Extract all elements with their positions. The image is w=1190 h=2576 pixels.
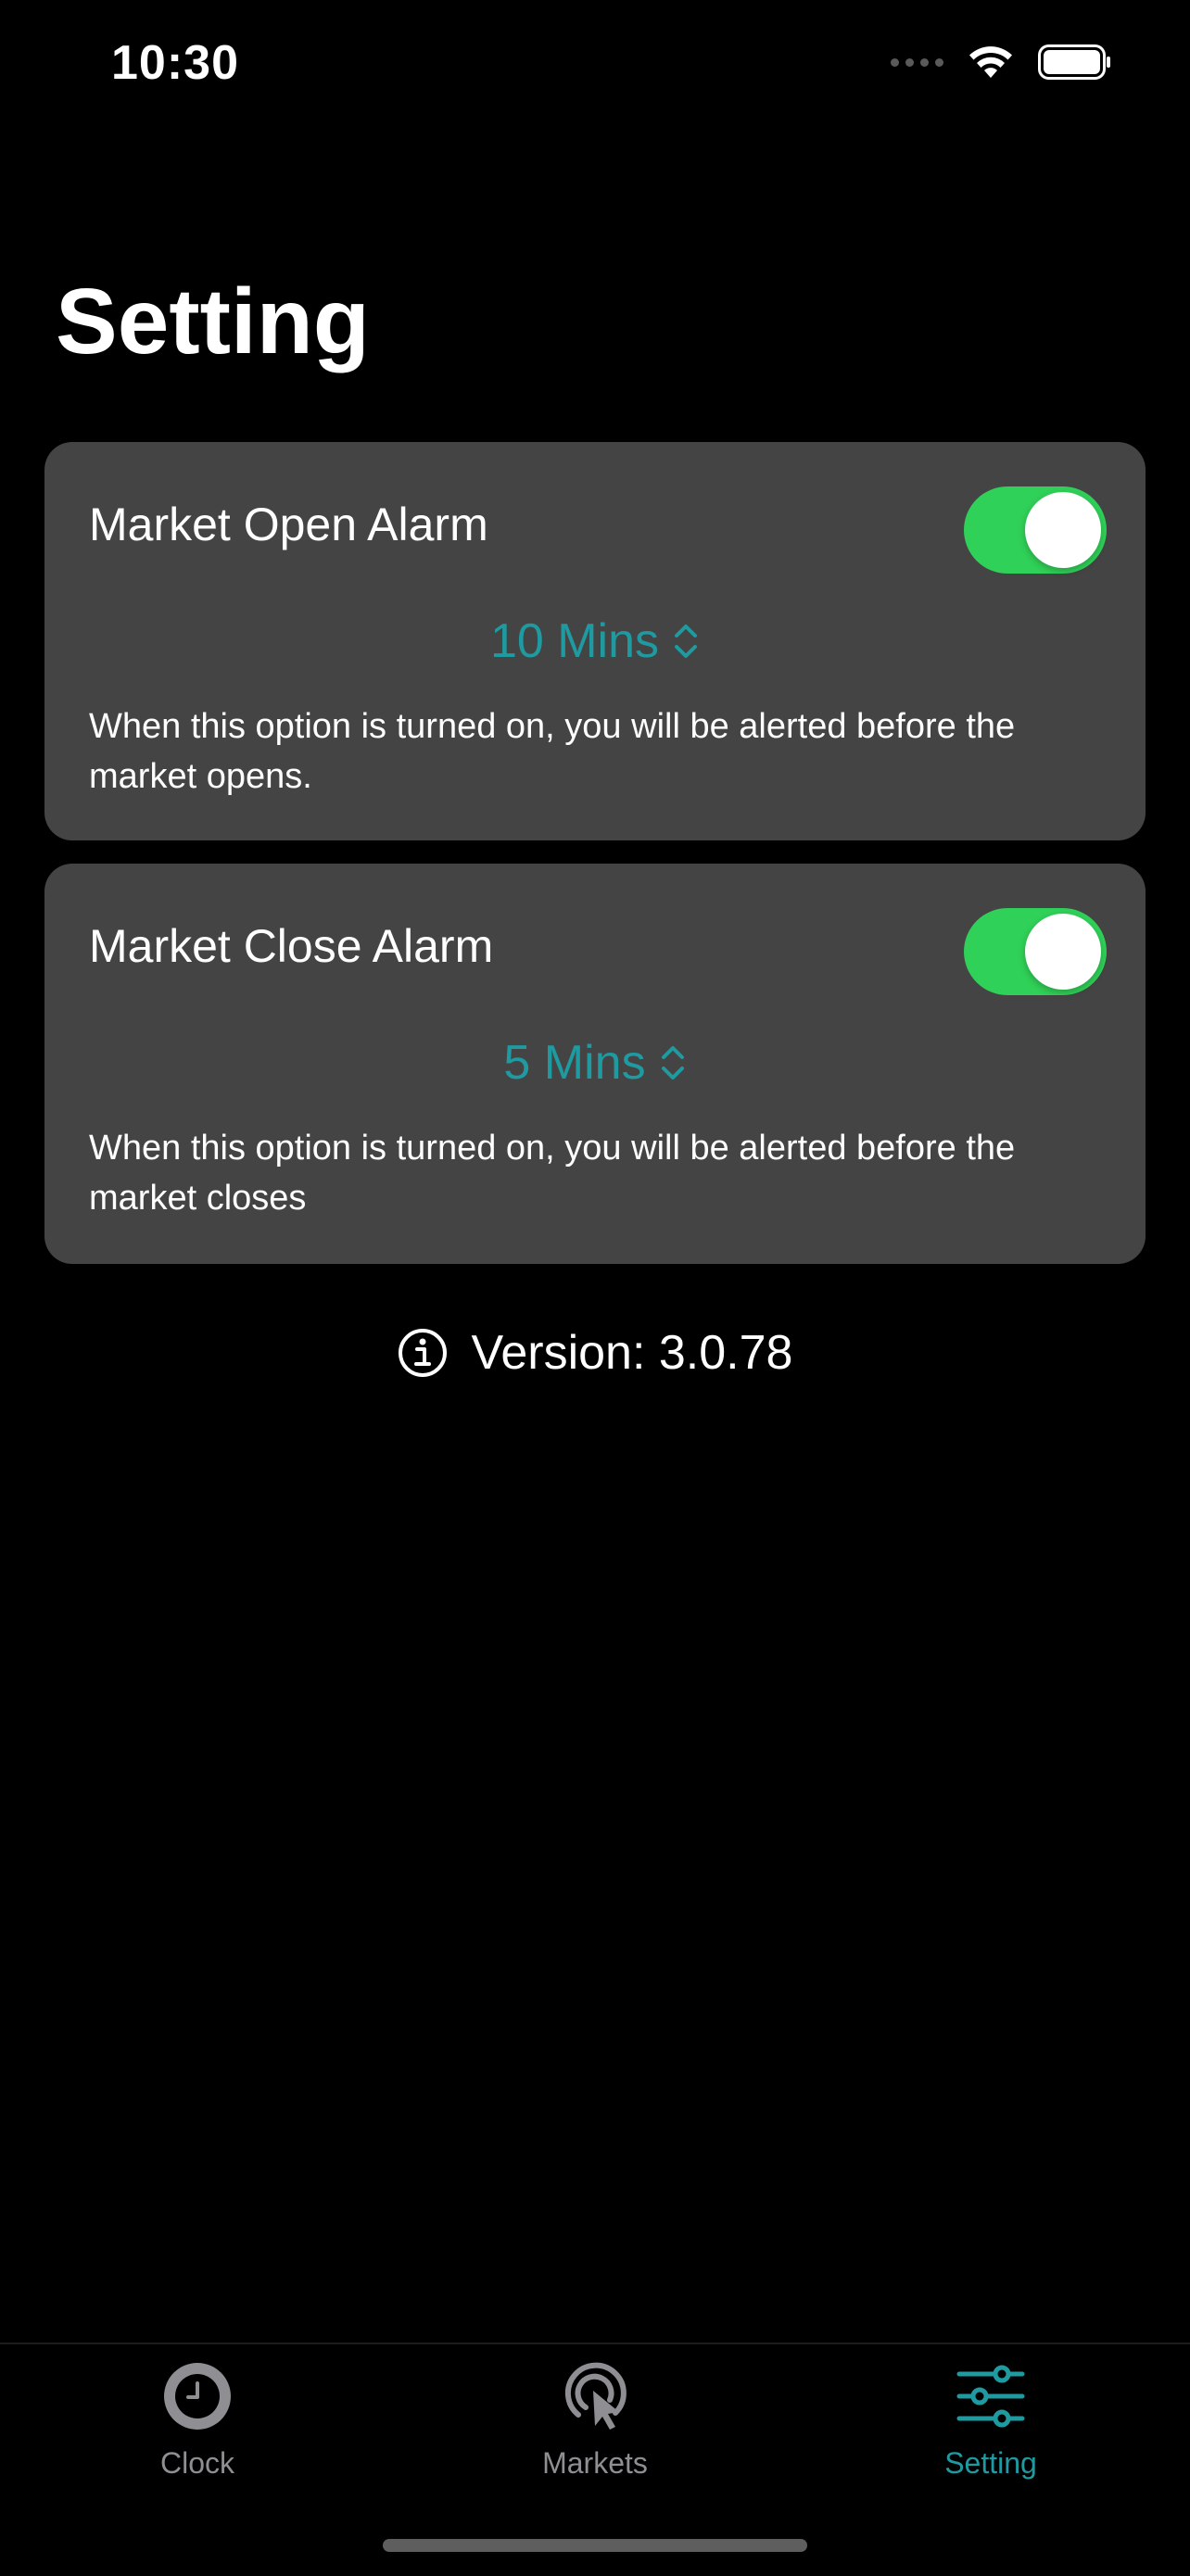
- status-time: 10:30: [111, 36, 239, 90]
- tab-markets-label: Markets: [542, 2446, 648, 2480]
- cellular-signal-icon: [891, 57, 943, 67]
- market-open-alarm-description: When this option is turned on, you will …: [89, 707, 1016, 796]
- status-bar: 10:30: [0, 0, 1190, 139]
- market-close-alarm-toggle[interactable]: [964, 908, 1107, 995]
- toggle-knob: [1025, 914, 1101, 990]
- chevron-up-down-icon: [672, 621, 700, 662]
- clock-icon: [164, 2363, 231, 2430]
- market-open-interval-picker[interactable]: 10 Mins: [44, 613, 1146, 669]
- market-open-interval-value: 10 Mins: [489, 614, 660, 668]
- market-close-alarm-description: When this option is turned on, you will …: [89, 1129, 1016, 1218]
- page-title: Setting: [56, 270, 370, 373]
- app-version: Version: 3.0.78: [0, 1325, 1190, 1381]
- toggle-knob: [1025, 492, 1101, 568]
- tab-setting-label: Setting: [944, 2446, 1037, 2480]
- market-close-interval-picker[interactable]: 5 Mins: [44, 1035, 1146, 1091]
- wifi-icon: [969, 46, 1012, 78]
- market-open-alarm-card: Market Open Alarm 10 Mins When this opti…: [44, 442, 1146, 840]
- version-text: Version: 3.0.78: [471, 1326, 793, 1380]
- cursor-click-icon: [564, 2362, 627, 2430]
- market-close-alarm-title: Market Close Alarm: [89, 920, 494, 972]
- tab-clock[interactable]: Clock: [86, 2359, 309, 2481]
- tab-markets[interactable]: Markets: [484, 2359, 706, 2481]
- chevron-up-down-icon: [659, 1042, 687, 1083]
- tab-setting[interactable]: Setting: [880, 2359, 1102, 2481]
- battery-icon: [1038, 44, 1110, 80]
- market-open-alarm-title: Market Open Alarm: [89, 499, 488, 550]
- info-circle-icon: [398, 1329, 447, 1377]
- tab-clock-label: Clock: [159, 2446, 234, 2480]
- home-indicator[interactable]: [383, 2539, 807, 2552]
- market-close-interval-value: 5 Mins: [503, 1036, 646, 1090]
- market-close-alarm-card: Market Close Alarm 5 Mins When this opti…: [44, 864, 1146, 1264]
- status-icons: [891, 44, 1112, 80]
- sliders-icon: [956, 2365, 1025, 2428]
- market-open-alarm-toggle[interactable]: [964, 486, 1107, 574]
